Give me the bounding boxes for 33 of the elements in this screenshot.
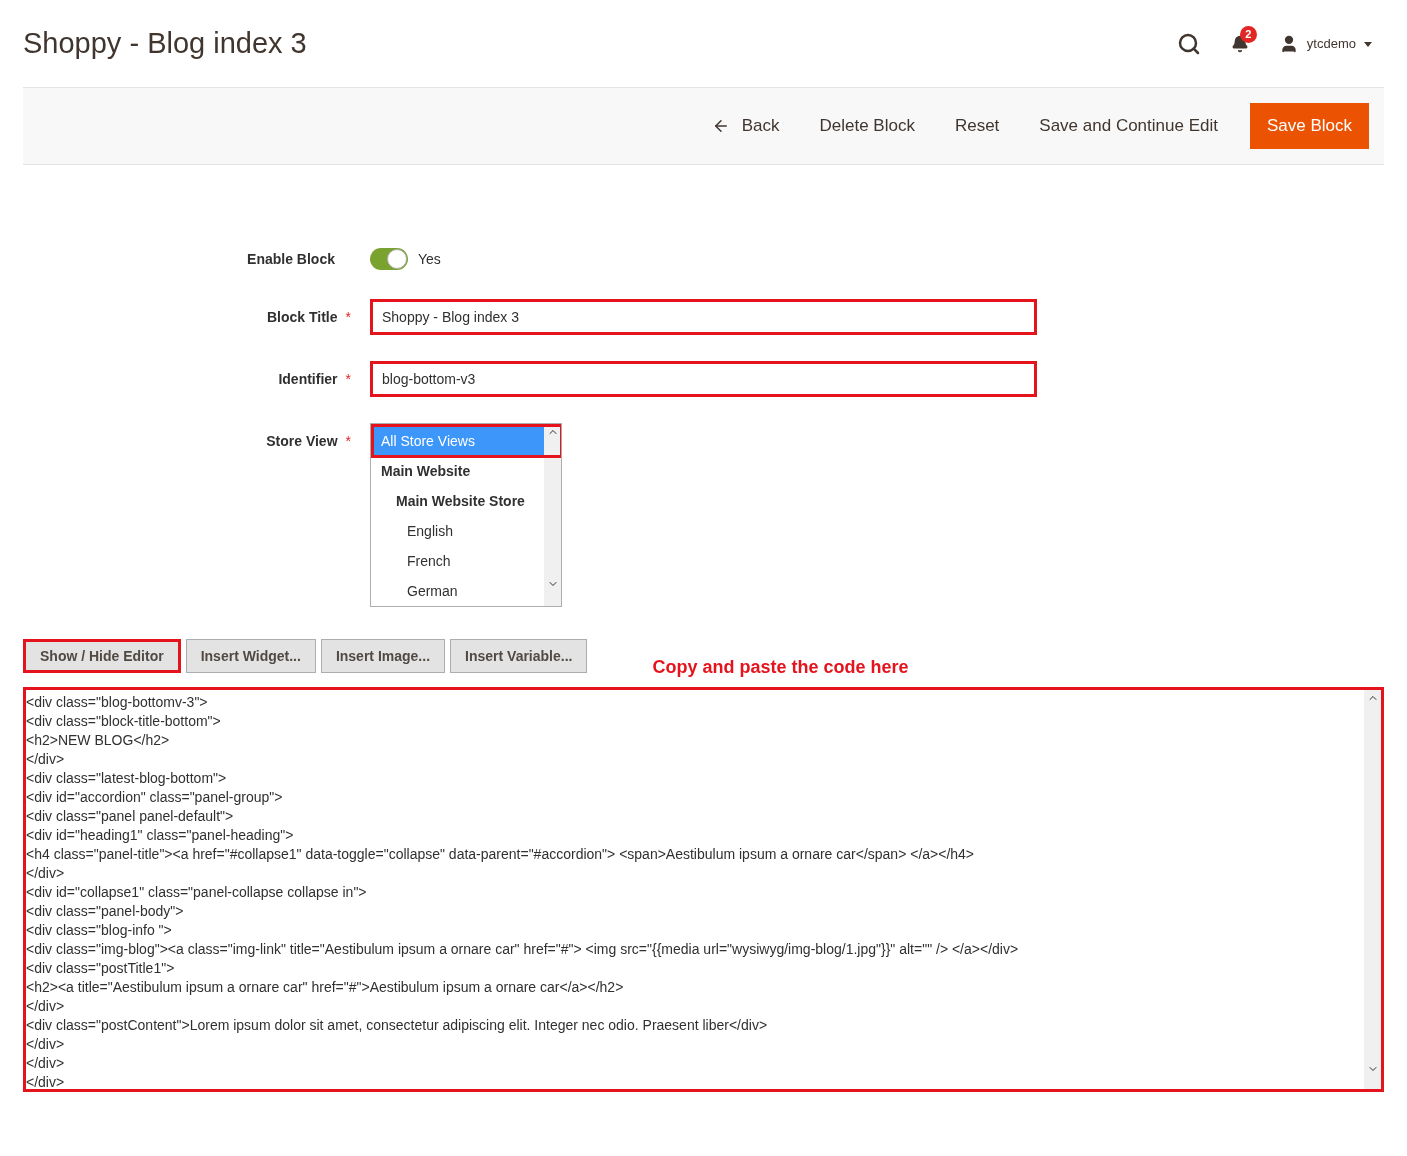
editor-button[interactable]: Insert Variable... [450,639,588,673]
toggle-value: Yes [418,249,441,269]
user-menu[interactable]: ytcdemo [1278,34,1372,54]
text-input[interactable]: blog-bottom-v3 [370,361,1037,397]
page-title: Shoppy - Blog index 3 [23,26,307,62]
store-option[interactable]: English [371,516,544,546]
required-mark: * [345,307,351,327]
required-mark: * [345,369,351,389]
action-button[interactable]: Delete Block [803,103,931,149]
field-label: Identifier [278,369,338,389]
required-mark: * [345,432,351,451]
editor-button[interactable]: Insert Widget... [185,639,316,673]
save-button[interactable]: Save Block [1249,103,1369,149]
editor-button[interactable]: Show / Hide Editor [23,639,181,673]
field-label: Block Title [267,307,338,327]
instruction-note: Copy and paste the code here [652,656,909,679]
caret-icon [1364,41,1372,47]
text-input[interactable]: Shoppy - Blog index 3 [370,299,1037,335]
code-textarea[interactable]: <div class="blog-bottomv-3"> <div class="block-title-bottom"> <h2>NEW BLOG</h2> </div> <div class="latest-blog-bottom"> <div id="accordion" class="panel-group"> <div class="panel panel-default"> <div id="heading1" class="panel-heading"> <h4 class="panel-title"><a href="#collapse1" data-toggle="collapse" data-parent="#accordion"> <span>Aestibulum ipsum a ornare car</span> </a></h4> </div> <div id="collapse1" class="panel-collapse collapse in"> <div class="panel-body"> <div class="blog-info "> <div class="img-blog"><a class="img-link" title="Aestibulum ipsum a ornare car" href="#"> <img src="{{media url="wysiwyg/img-blog/1.jpg"}}" alt="" /> </a></div> <div class="postTitle1"> <h2><a title="Aestibulum ipsum a ornare car" href="#">Aestibulum ipsum a ornare car</a></h2> </div> <div class="postContent">Lorem ipsum dolor sit amet, consectetur adipiscing elit. Integer nec odio. Praesent liber</div> </div> </div> </div> [23,687,1384,1092]
store-option[interactable]: French [371,546,544,576]
action-button[interactable]: Back [695,103,796,149]
store-option[interactable]: Main Website [371,456,544,486]
action-button[interactable]: Reset [938,103,1016,149]
store-view-list[interactable]: All Store Views Main Website Main Website Store English French German [370,423,562,607]
field-label: Store View [266,432,338,451]
notification-badge: 2 [1239,26,1257,43]
toggle-switch[interactable] [370,248,408,270]
action-button[interactable]: Save and Continue Edit [1023,103,1234,149]
search-icon[interactable] [1176,32,1201,56]
store-option[interactable]: Main Website Store [371,486,544,516]
editor-button[interactable]: Insert Image... [320,639,446,673]
store-option[interactable]: German [371,576,544,606]
field-label: Enable Block [247,249,335,269]
